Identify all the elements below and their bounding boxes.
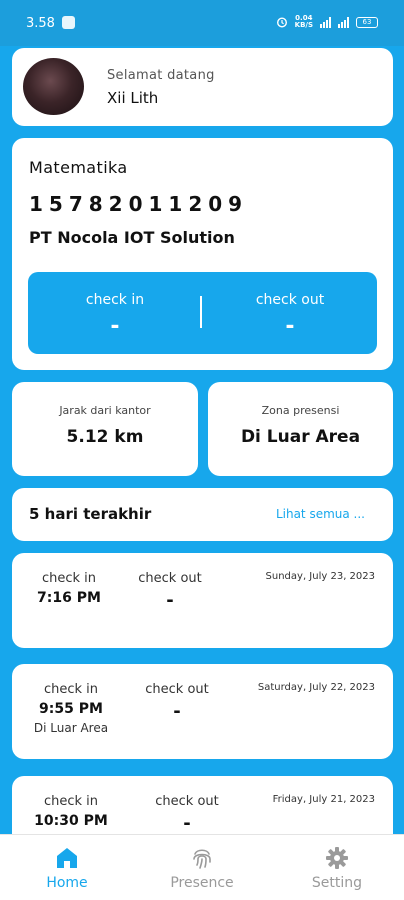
history-check-in: check in 9:55 PM Di Luar Area [26,682,116,735]
zone-label: Zona presensi [261,404,340,417]
signal-icon-2 [338,16,349,28]
check-in-value: - [110,314,120,339]
distance-label: Jarak dari kantor [59,404,151,417]
history-check-in: check in 7:16 PM [24,571,114,606]
history-check-out-value: - [183,813,191,834]
fingerprint-icon [193,849,211,869]
history-check-out-label: check out [145,682,209,697]
history-check-out-label: check out [138,571,202,586]
nav-home-label: Home [46,875,88,891]
status-bar: 3.58 0.04 KB/S 63 [0,0,404,46]
status-time: 3.58 [26,16,55,31]
notification-icon [62,16,75,29]
history-check-out-value: - [166,590,174,611]
history-check-in-zone: Di Luar Area [33,721,109,735]
nav-presence-label: Presence [170,875,234,891]
history-check-in-time: 7:16 PM [37,590,101,606]
zone-value: Di Luar Area [240,427,361,447]
recent-header: 5 hari terakhir Lihat semua ... [12,488,393,541]
greeting-text: Selamat datang [107,68,215,83]
profile-card: Selamat datang Xii Lith [12,48,393,126]
home-icon [57,848,77,868]
history-date: Friday, July 21, 2023 [272,794,375,805]
history-check-in-label: check in [43,682,99,697]
alarm-icon [276,17,287,28]
history-check-in: check in 10:30 PM [26,794,116,829]
see-all-link[interactable]: Lihat semua ... [276,507,365,521]
signal-icon [320,16,331,28]
bottom-nav: Home Presence Setting [0,834,404,900]
history-date: Saturday, July 22, 2023 [257,682,375,693]
distance-value: 5.12 km [66,427,144,447]
check-status-panel: check in - check out - [28,272,377,354]
check-out-value: - [285,314,295,339]
check-out-section: check out - [203,292,377,339]
company-name: PT Nocola IOT Solution [29,228,235,247]
course-code: 15782011209 [29,192,249,216]
nav-presence[interactable]: Presence [135,835,269,900]
history-item[interactable]: check in 7:16 PM check out - Sunday, Jul… [12,553,393,648]
history-date: Sunday, July 23, 2023 [265,571,375,582]
zone-card: Zona presensi Di Luar Area [208,382,393,476]
history-check-out: check out - [129,682,225,722]
history-check-in-label: check in [41,571,97,586]
history-check-in-label: check in [43,794,99,809]
user-name: Xii Lith [107,89,159,107]
avatar[interactable] [23,58,84,115]
check-in-label: check in [85,292,145,308]
status-icons: 0.04 KB/S 63 [276,15,378,29]
check-in-section: check in - [28,292,202,339]
gear-icon [326,847,348,869]
history-check-out: check out - [139,794,235,834]
nav-home[interactable]: Home [0,835,134,900]
course-card: Matematika 15782011209 PT Nocola IOT Sol… [12,138,393,370]
network-speed: 0.04 KB/S [295,15,313,29]
check-divider [200,296,202,328]
battery-icon: 63 [356,16,378,28]
history-check-out-value: - [173,701,181,722]
history-item[interactable]: check in 9:55 PM Di Luar Area check out … [12,664,393,759]
recent-title: 5 hari terakhir [29,505,152,523]
nav-setting-label: Setting [311,875,363,891]
course-subject: Matematika [29,158,128,177]
nav-setting[interactable]: Setting [270,835,404,900]
history-check-in-time: 9:55 PM [39,701,103,717]
check-out-label: check out [255,292,325,308]
speed-unit: KB/S [294,21,313,29]
history-check-out-label: check out [155,794,219,809]
history-check-out: check out - [122,571,218,611]
distance-card: Jarak dari kantor 5.12 km [12,382,198,476]
history-check-in-time: 10:30 PM [34,813,108,829]
